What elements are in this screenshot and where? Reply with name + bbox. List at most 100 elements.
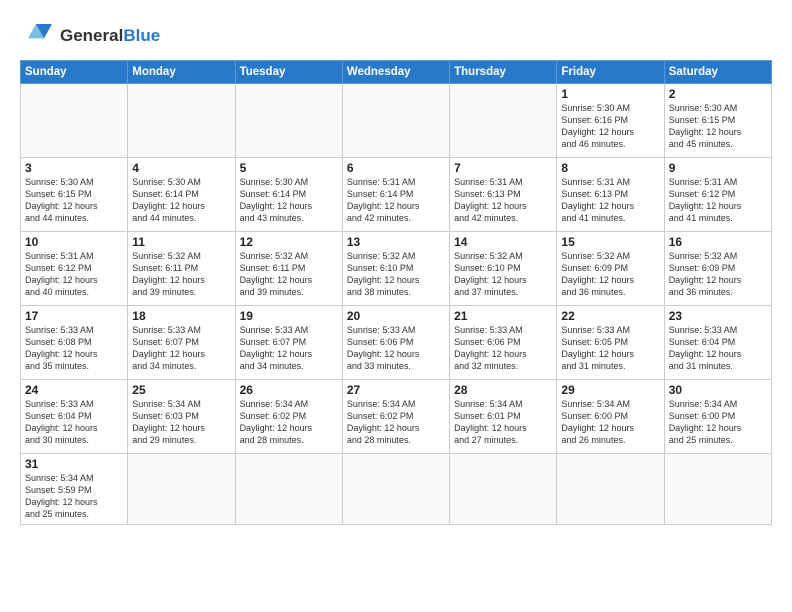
day-number: 9 (669, 161, 767, 175)
day-number: 21 (454, 309, 552, 323)
day-info: Sunrise: 5:34 AM Sunset: 6:00 PM Dayligh… (669, 398, 767, 447)
day-cell: 3Sunrise: 5:30 AM Sunset: 6:15 PM Daylig… (21, 158, 128, 232)
header: GeneralBlue (20, 16, 772, 56)
day-info: Sunrise: 5:32 AM Sunset: 6:09 PM Dayligh… (669, 250, 767, 299)
day-cell: 21Sunrise: 5:33 AM Sunset: 6:06 PM Dayli… (450, 306, 557, 380)
col-header-monday: Monday (128, 61, 235, 84)
col-header-tuesday: Tuesday (235, 61, 342, 84)
day-info: Sunrise: 5:33 AM Sunset: 6:05 PM Dayligh… (561, 324, 659, 373)
day-number: 20 (347, 309, 445, 323)
page: GeneralBlue SundayMondayTuesdayWednesday… (0, 0, 792, 535)
day-info: Sunrise: 5:30 AM Sunset: 6:15 PM Dayligh… (25, 176, 123, 225)
day-number: 12 (240, 235, 338, 249)
day-info: Sunrise: 5:34 AM Sunset: 6:00 PM Dayligh… (561, 398, 659, 447)
day-cell (235, 454, 342, 525)
logo-blue: Blue (123, 26, 160, 45)
day-info: Sunrise: 5:32 AM Sunset: 6:10 PM Dayligh… (454, 250, 552, 299)
day-cell: 25Sunrise: 5:34 AM Sunset: 6:03 PM Dayli… (128, 380, 235, 454)
day-info: Sunrise: 5:34 AM Sunset: 6:02 PM Dayligh… (347, 398, 445, 447)
column-headers: SundayMondayTuesdayWednesdayThursdayFrid… (21, 61, 772, 84)
col-header-wednesday: Wednesday (342, 61, 449, 84)
day-info: Sunrise: 5:30 AM Sunset: 6:15 PM Dayligh… (669, 102, 767, 151)
col-header-thursday: Thursday (450, 61, 557, 84)
day-cell (128, 454, 235, 525)
day-number: 2 (669, 87, 767, 101)
day-cell: 5Sunrise: 5:30 AM Sunset: 6:14 PM Daylig… (235, 158, 342, 232)
day-cell: 19Sunrise: 5:33 AM Sunset: 6:07 PM Dayli… (235, 306, 342, 380)
day-number: 4 (132, 161, 230, 175)
day-info: Sunrise: 5:33 AM Sunset: 6:07 PM Dayligh… (240, 324, 338, 373)
day-cell: 20Sunrise: 5:33 AM Sunset: 6:06 PM Dayli… (342, 306, 449, 380)
day-number: 11 (132, 235, 230, 249)
logo-svg (20, 16, 60, 56)
day-cell: 27Sunrise: 5:34 AM Sunset: 6:02 PM Dayli… (342, 380, 449, 454)
day-cell: 8Sunrise: 5:31 AM Sunset: 6:13 PM Daylig… (557, 158, 664, 232)
day-info: Sunrise: 5:34 AM Sunset: 6:03 PM Dayligh… (132, 398, 230, 447)
day-number: 27 (347, 383, 445, 397)
day-cell: 31Sunrise: 5:34 AM Sunset: 5:59 PM Dayli… (21, 454, 128, 525)
day-cell (557, 454, 664, 525)
day-info: Sunrise: 5:34 AM Sunset: 6:01 PM Dayligh… (454, 398, 552, 447)
day-number: 6 (347, 161, 445, 175)
col-header-sunday: Sunday (21, 61, 128, 84)
day-info: Sunrise: 5:32 AM Sunset: 6:09 PM Dayligh… (561, 250, 659, 299)
day-info: Sunrise: 5:34 AM Sunset: 5:59 PM Dayligh… (25, 472, 123, 521)
day-cell (450, 454, 557, 525)
day-number: 15 (561, 235, 659, 249)
day-cell: 9Sunrise: 5:31 AM Sunset: 6:12 PM Daylig… (664, 158, 771, 232)
day-number: 25 (132, 383, 230, 397)
day-cell (450, 84, 557, 158)
day-number: 17 (25, 309, 123, 323)
day-info: Sunrise: 5:33 AM Sunset: 6:06 PM Dayligh… (454, 324, 552, 373)
col-header-saturday: Saturday (664, 61, 771, 84)
day-info: Sunrise: 5:32 AM Sunset: 6:11 PM Dayligh… (132, 250, 230, 299)
day-info: Sunrise: 5:30 AM Sunset: 6:14 PM Dayligh… (132, 176, 230, 225)
week-row-2: 3Sunrise: 5:30 AM Sunset: 6:15 PM Daylig… (21, 158, 772, 232)
logo: GeneralBlue (20, 16, 160, 56)
day-cell: 2Sunrise: 5:30 AM Sunset: 6:15 PM Daylig… (664, 84, 771, 158)
day-number: 7 (454, 161, 552, 175)
day-cell: 16Sunrise: 5:32 AM Sunset: 6:09 PM Dayli… (664, 232, 771, 306)
day-info: Sunrise: 5:33 AM Sunset: 6:04 PM Dayligh… (669, 324, 767, 373)
day-cell: 12Sunrise: 5:32 AM Sunset: 6:11 PM Dayli… (235, 232, 342, 306)
day-number: 5 (240, 161, 338, 175)
logo-general: General (60, 26, 123, 45)
day-info: Sunrise: 5:33 AM Sunset: 6:08 PM Dayligh… (25, 324, 123, 373)
day-number: 30 (669, 383, 767, 397)
day-info: Sunrise: 5:33 AM Sunset: 6:04 PM Dayligh… (25, 398, 123, 447)
day-info: Sunrise: 5:33 AM Sunset: 6:06 PM Dayligh… (347, 324, 445, 373)
day-number: 19 (240, 309, 338, 323)
day-number: 13 (347, 235, 445, 249)
day-cell: 22Sunrise: 5:33 AM Sunset: 6:05 PM Dayli… (557, 306, 664, 380)
day-cell (21, 84, 128, 158)
calendar-table: SundayMondayTuesdayWednesdayThursdayFrid… (20, 60, 772, 525)
week-row-1: 1Sunrise: 5:30 AM Sunset: 6:16 PM Daylig… (21, 84, 772, 158)
day-number: 3 (25, 161, 123, 175)
day-cell: 6Sunrise: 5:31 AM Sunset: 6:14 PM Daylig… (342, 158, 449, 232)
day-number: 18 (132, 309, 230, 323)
day-cell: 4Sunrise: 5:30 AM Sunset: 6:14 PM Daylig… (128, 158, 235, 232)
day-number: 28 (454, 383, 552, 397)
day-cell: 10Sunrise: 5:31 AM Sunset: 6:12 PM Dayli… (21, 232, 128, 306)
day-number: 1 (561, 87, 659, 101)
day-cell (235, 84, 342, 158)
week-row-5: 24Sunrise: 5:33 AM Sunset: 6:04 PM Dayli… (21, 380, 772, 454)
day-cell: 1Sunrise: 5:30 AM Sunset: 6:16 PM Daylig… (557, 84, 664, 158)
day-cell: 29Sunrise: 5:34 AM Sunset: 6:00 PM Dayli… (557, 380, 664, 454)
day-info: Sunrise: 5:31 AM Sunset: 6:14 PM Dayligh… (347, 176, 445, 225)
day-number: 24 (25, 383, 123, 397)
week-row-3: 10Sunrise: 5:31 AM Sunset: 6:12 PM Dayli… (21, 232, 772, 306)
day-info: Sunrise: 5:31 AM Sunset: 6:13 PM Dayligh… (454, 176, 552, 225)
day-number: 8 (561, 161, 659, 175)
day-number: 22 (561, 309, 659, 323)
day-info: Sunrise: 5:32 AM Sunset: 6:10 PM Dayligh… (347, 250, 445, 299)
day-cell: 7Sunrise: 5:31 AM Sunset: 6:13 PM Daylig… (450, 158, 557, 232)
day-cell: 30Sunrise: 5:34 AM Sunset: 6:00 PM Dayli… (664, 380, 771, 454)
day-number: 29 (561, 383, 659, 397)
day-info: Sunrise: 5:31 AM Sunset: 6:13 PM Dayligh… (561, 176, 659, 225)
day-info: Sunrise: 5:33 AM Sunset: 6:07 PM Dayligh… (132, 324, 230, 373)
day-cell: 28Sunrise: 5:34 AM Sunset: 6:01 PM Dayli… (450, 380, 557, 454)
day-cell: 17Sunrise: 5:33 AM Sunset: 6:08 PM Dayli… (21, 306, 128, 380)
day-info: Sunrise: 5:31 AM Sunset: 6:12 PM Dayligh… (669, 176, 767, 225)
week-row-4: 17Sunrise: 5:33 AM Sunset: 6:08 PM Dayli… (21, 306, 772, 380)
